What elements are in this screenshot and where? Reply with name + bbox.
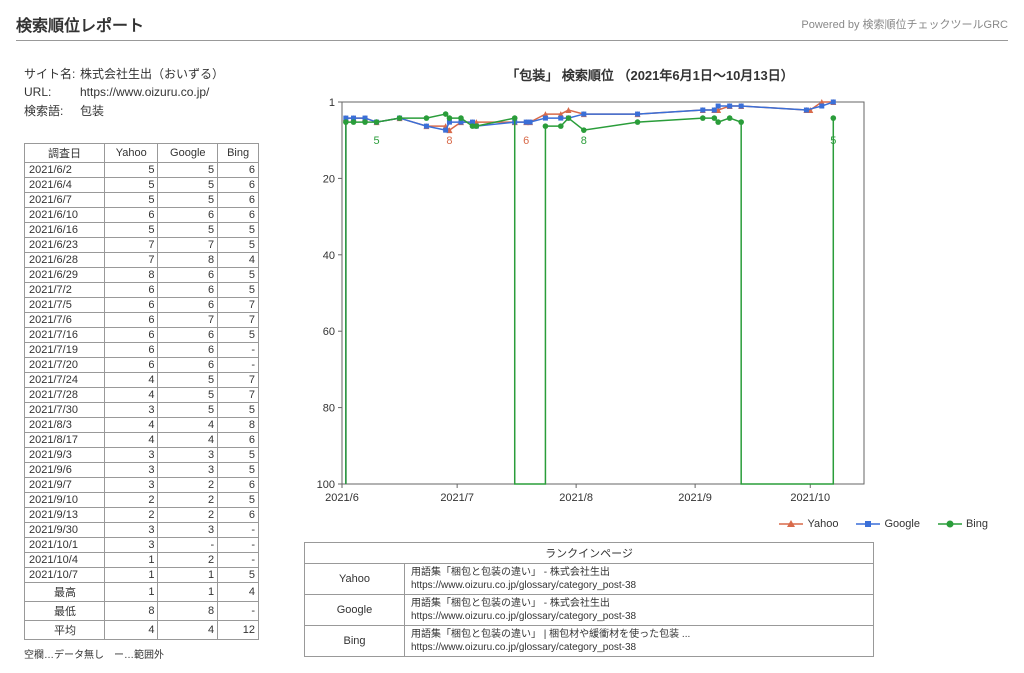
table-footnote: 空欄…データ無し ー…範囲外 [24,646,264,661]
table-row: 2021/10/7115 [25,568,259,583]
svg-text:20: 20 [323,173,335,185]
url-value: https://www.oizuru.co.jp/ [80,85,209,99]
svg-text:8: 8 [581,135,587,147]
table-row: 2021/6/4556 [25,178,259,193]
table-row: 2021/7/28457 [25,388,259,403]
svg-text:2021/7: 2021/7 [440,492,474,504]
table-row: 2021/7/5667 [25,298,259,313]
summary-row: 平均4412 [25,621,259,640]
table-row: 2021/7/2665 [25,283,259,298]
site-info: サイト名: 株式会社生出（おいずる） URL: https://www.oizu… [24,65,264,119]
legend-bing-label: Bing [966,518,988,530]
square-icon [856,519,880,529]
summary-row: 最低88- [25,602,259,621]
legend-yahoo-label: Yahoo [807,518,838,530]
svg-text:80: 80 [323,403,335,415]
circle-icon [938,519,962,529]
chart-legend: Yahoo Google Bing [292,518,988,530]
svg-text:2021/6: 2021/6 [325,492,359,504]
triangle-icon [779,519,803,529]
table-row: 2021/6/16555 [25,223,259,238]
rank-in-page-row: Yahoo用語集「梱包と包装の違い」 - 株式会社生出https://www.o… [305,564,874,595]
table-row: 2021/7/30355 [25,403,259,418]
svg-text:40: 40 [323,250,335,262]
rank-in-page-row: Google用語集「梱包と包装の違い」 - 株式会社生出https://www.… [305,595,874,626]
keyword-value: 包装 [80,102,104,119]
table-row: 2021/7/1966- [25,343,259,358]
rank-in-page-row: Bing用語集「梱包と包装の違い」 | 梱包材や緩衝材を使った包装 ...htt… [305,626,874,657]
site-value: 株式会社生出（おいずる） [80,65,224,82]
table-row: 2021/10/412- [25,553,259,568]
summary-row: 最高114 [25,583,259,602]
right-panel: 「包装」 検索順位 （2021年6月1日～10月13日） 1 20 40 60 80 10… [292,65,1008,661]
report-header: 検索順位レポート Powered by 検索順位チェックツールGRC [16,12,1008,41]
legend-bing: Bing [938,518,988,530]
svg-text:100: 100 [317,479,335,491]
table-row: 2021/9/6335 [25,463,259,478]
table-row: 2021/6/29865 [25,268,259,283]
table-row: 2021/6/10666 [25,208,259,223]
table-row: 2021/8/17446 [25,433,259,448]
col-header: 調査日 [25,144,105,163]
rank-in-page-heading: ランクインページ [305,543,874,564]
table-row: 2021/9/3033- [25,523,259,538]
svg-text:8: 8 [446,135,452,147]
table-row: 2021/7/24457 [25,373,259,388]
rank-chart: 1 20 40 60 80 1002021/6 2021/7 2021/8 2021/9 2021… [304,92,874,512]
left-panel: サイト名: 株式会社生出（おいずる） URL: https://www.oizu… [24,65,264,661]
legend-google: Google [856,518,919,530]
table-row: 2021/6/23775 [25,238,259,253]
table-row: 2021/9/3335 [25,448,259,463]
svg-text:2021/10: 2021/10 [790,492,830,504]
svg-text:5: 5 [373,135,379,147]
rank-in-page-table: ランクインページ Yahoo用語集「梱包と包装の違い」 - 株式会社生出http… [304,542,874,657]
col-header: Yahoo [105,144,158,163]
table-row: 2021/10/13-- [25,538,259,553]
col-header: Bing [218,144,259,163]
chart-title: 「包装」 検索順位 （2021年6月1日～10月13日） [292,65,1008,84]
svg-text:2021/8: 2021/8 [559,492,593,504]
svg-text:6: 6 [523,135,529,147]
table-row: 2021/7/6677 [25,313,259,328]
table-row: 2021/6/28784 [25,253,259,268]
rank-data-table: 調査日YahooGoogleBing 2021/6/25562021/6/455… [24,143,259,640]
table-row: 2021/7/16665 [25,328,259,343]
site-label: サイト名: [24,65,80,82]
table-row: 2021/9/13226 [25,508,259,523]
table-row: 2021/9/10225 [25,493,259,508]
table-row: 2021/9/7326 [25,478,259,493]
table-row: 2021/6/2556 [25,163,259,178]
legend-yahoo: Yahoo [779,518,838,530]
svg-text:60: 60 [323,326,335,338]
table-row: 2021/6/7556 [25,193,259,208]
report-title: 検索順位レポート [16,12,144,36]
legend-google-label: Google [884,518,919,530]
col-header: Google [158,144,218,163]
keyword-label: 検索語: [24,102,80,119]
powered-by: Powered by 検索順位チェックツールGRC [801,16,1008,32]
svg-text:5: 5 [830,135,836,147]
table-row: 2021/7/2066- [25,358,259,373]
svg-text:2021/9: 2021/9 [678,492,712,504]
url-label: URL: [24,85,80,99]
svg-text:1: 1 [329,97,335,109]
table-row: 2021/8/3448 [25,418,259,433]
